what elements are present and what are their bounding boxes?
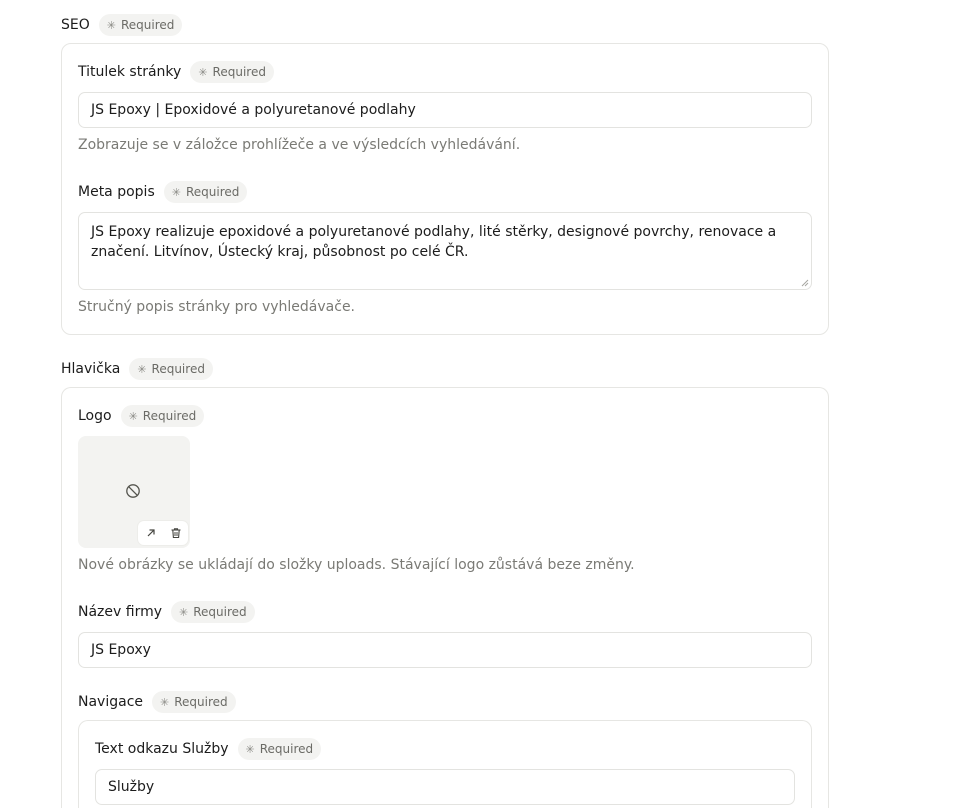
trash-icon[interactable] bbox=[167, 524, 185, 542]
asterisk-icon: ✳ bbox=[160, 695, 170, 709]
arrow-up-right-icon[interactable] bbox=[142, 524, 160, 542]
meta-description-hint: Stručný popis stránky pro vyhledávače. bbox=[78, 299, 356, 315]
logo-actions bbox=[138, 521, 188, 545]
required-badge: ✳ Required bbox=[171, 601, 255, 623]
logo-hint: Nové obrázky se ukládají do složky uploa… bbox=[78, 557, 635, 573]
required-badge: ✳ Required bbox=[237, 738, 322, 760]
logo-upload[interactable] bbox=[78, 436, 190, 548]
section-title-seo: SEO ✳ Required bbox=[61, 14, 183, 36]
asterisk-icon: ✳ bbox=[198, 65, 208, 79]
required-badge: ✳ Required bbox=[163, 181, 248, 203]
meta-description-textarea[interactable]: JS Epoxy realizuje epoxidové a polyureta… bbox=[78, 212, 812, 290]
section-title-header-text: Hlavička bbox=[61, 361, 121, 377]
meta-description-label: Meta popis ✳ Required bbox=[78, 181, 248, 203]
no-image-icon bbox=[126, 484, 140, 498]
section-title-header: Hlavička ✳ Required bbox=[61, 358, 213, 380]
navigation-label: Navigace ✳ Required bbox=[78, 691, 236, 713]
required-badge: ✳ Required bbox=[98, 14, 183, 36]
settings-form: SEO ✳ Required Titulek stránky ✳ Require… bbox=[0, 0, 977, 808]
company-name-label: Název firmy ✳ Required bbox=[78, 601, 255, 623]
services-link-label: Text odkazu Služby ✳ Required bbox=[95, 738, 322, 760]
page-title-input[interactable]: JS Epoxy | Epoxidové a polyuretanové pod… bbox=[78, 92, 812, 128]
section-title-seo-text: SEO bbox=[61, 17, 90, 33]
company-name-input[interactable]: JS Epoxy bbox=[78, 632, 812, 668]
services-link-input[interactable]: Služby bbox=[95, 769, 795, 805]
asterisk-icon: ✳ bbox=[171, 185, 181, 199]
resize-grip-icon[interactable] bbox=[801, 279, 809, 287]
required-badge: ✳ Required bbox=[129, 358, 213, 380]
page-title-hint: Zobrazuje se v záložce prohlížeče a ve v… bbox=[78, 137, 521, 153]
asterisk-icon: ✳ bbox=[106, 18, 116, 32]
required-badge: ✳ Required bbox=[152, 691, 236, 713]
asterisk-icon: ✳ bbox=[128, 409, 138, 423]
required-badge: ✳ Required bbox=[190, 61, 274, 83]
asterisk-icon: ✳ bbox=[179, 605, 189, 619]
page-title-label: Titulek stránky ✳ Required bbox=[78, 61, 274, 83]
required-badge: ✳ Required bbox=[120, 405, 205, 427]
logo-label: Logo ✳ Required bbox=[78, 405, 205, 427]
asterisk-icon: ✳ bbox=[137, 362, 147, 376]
asterisk-icon: ✳ bbox=[245, 742, 255, 756]
